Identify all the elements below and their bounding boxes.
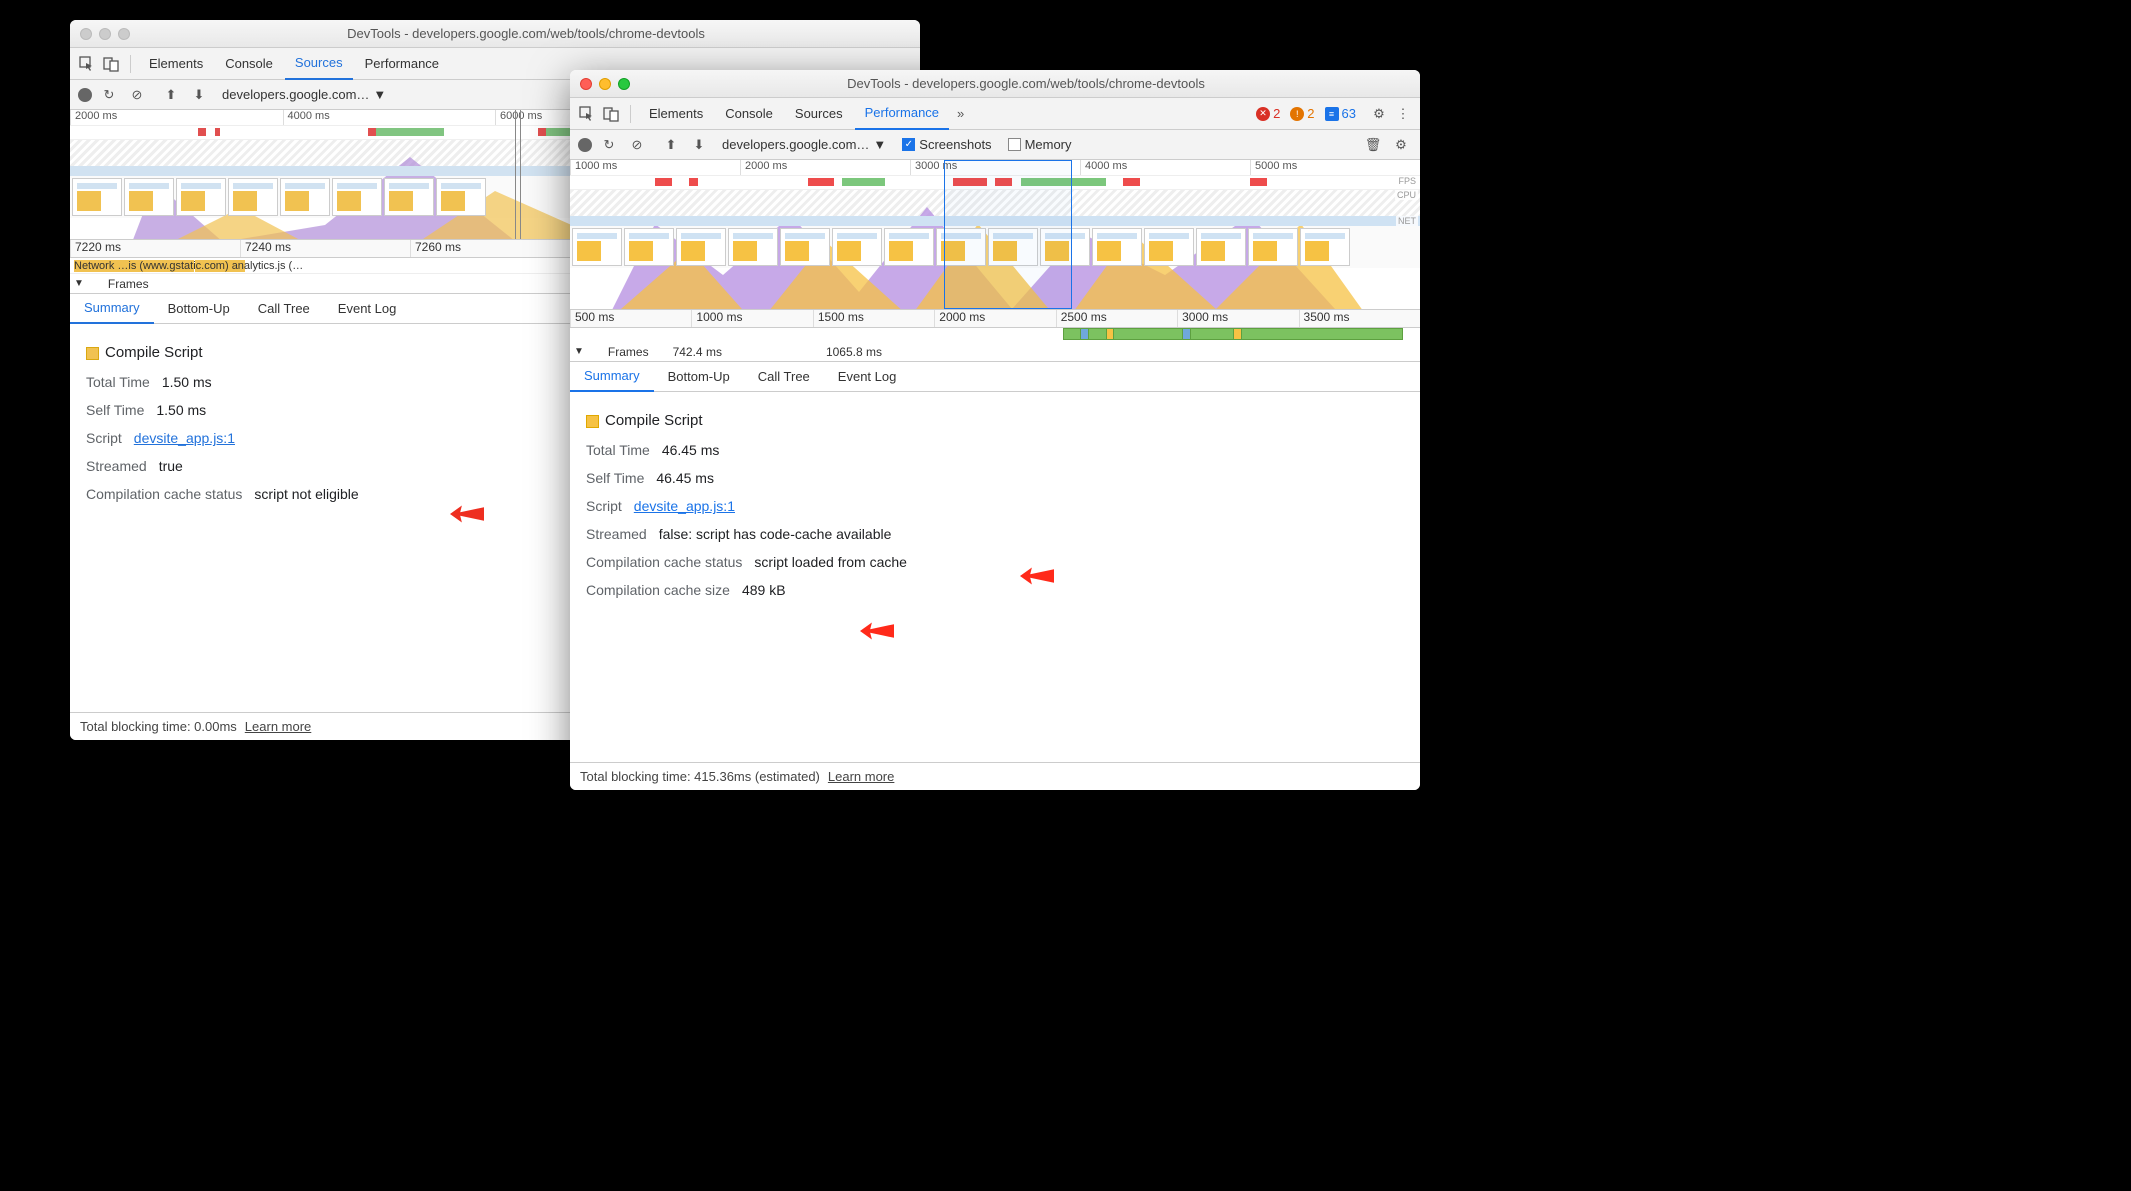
frame-time: 1065.8 ms	[826, 345, 882, 359]
frames-label: Frames	[608, 345, 649, 359]
minimize-icon[interactable]	[99, 28, 111, 40]
zoom-icon[interactable]	[118, 28, 130, 40]
window-title: DevTools - developers.google.com/web/too…	[642, 76, 1410, 91]
dtab-summary[interactable]: Summary	[70, 294, 154, 324]
inspect-icon[interactable]	[576, 103, 598, 125]
error-icon: ✕	[1256, 107, 1270, 121]
tab-console[interactable]: Console	[215, 48, 283, 80]
tab-console[interactable]: Console	[715, 98, 783, 130]
annotation-arrow-icon	[450, 502, 484, 526]
download-icon[interactable]: ⬇	[188, 84, 210, 106]
tab-elements[interactable]: Elements	[639, 98, 713, 130]
window-title: DevTools - developers.google.com/web/too…	[142, 26, 910, 41]
info-count[interactable]: ≡63	[1325, 106, 1356, 121]
frames-row[interactable]: ▼ Frames 742.4 ms 1065.8 ms	[570, 342, 1420, 362]
record-button[interactable]	[578, 138, 592, 152]
dtab-eventlog[interactable]: Event Log	[824, 362, 911, 392]
learn-more-link[interactable]: Learn more	[245, 719, 311, 734]
perf-subbar: ↻ ⊘ ⬆ ⬇ developers.google.com… ▼ ✓ Scree…	[570, 130, 1420, 160]
tab-performance[interactable]: Performance	[355, 48, 449, 80]
download-icon[interactable]: ⬇	[688, 134, 710, 156]
dtab-calltree[interactable]: Call Tree	[744, 362, 824, 392]
more-tabs-icon[interactable]: »	[951, 106, 970, 121]
device-icon[interactable]	[600, 103, 622, 125]
record-button[interactable]	[78, 88, 92, 102]
titlebar[interactable]: DevTools - developers.google.com/web/too…	[570, 70, 1420, 98]
tab-sources[interactable]: Sources	[285, 48, 353, 80]
detail-tabs: Summary Bottom-Up Call Tree Event Log	[570, 362, 1420, 392]
clear-icon[interactable]: ⊘	[126, 84, 148, 106]
tab-performance[interactable]: Performance	[855, 98, 949, 130]
info-icon: ≡	[1325, 107, 1339, 121]
memory-checkbox[interactable]: Memory	[1008, 137, 1072, 152]
footer: Total blocking time: 415.36ms (estimated…	[570, 762, 1420, 790]
row-cache-size: Compilation cache size489 kB	[586, 576, 1404, 604]
screenshots-checkbox[interactable]: ✓ Screenshots	[902, 137, 991, 152]
clear-icon[interactable]: ⊘	[626, 134, 648, 156]
dtab-bottomup[interactable]: Bottom-Up	[654, 362, 744, 392]
frames-label: Frames	[108, 277, 149, 291]
profile-dropdown[interactable]: developers.google.com… ▼	[222, 87, 386, 102]
warning-icon: !	[1290, 107, 1304, 121]
zoom-icon[interactable]	[618, 78, 630, 90]
blocking-time: Total blocking time: 415.36ms (estimated…	[580, 769, 820, 784]
devtools-toolbar: Elements Console Sources Performance » ✕…	[570, 98, 1420, 130]
kebab-icon[interactable]: ⋮	[1392, 103, 1414, 125]
tab-elements[interactable]: Elements	[139, 48, 213, 80]
learn-more-link[interactable]: Learn more	[828, 769, 894, 784]
row-script: Scriptdevsite_app.js:1	[586, 492, 1404, 520]
checkbox-icon	[1008, 138, 1021, 151]
devtools-window-front: DevTools - developers.google.com/web/too…	[570, 70, 1420, 790]
reload-icon[interactable]: ↻	[98, 84, 120, 106]
summary-panel: Compile Script Total Time46.45 ms Self T…	[570, 392, 1420, 762]
titlebar[interactable]: DevTools - developers.google.com/web/too…	[70, 20, 920, 48]
category-color-icon	[586, 415, 599, 428]
dtab-bottomup[interactable]: Bottom-Up	[154, 294, 244, 324]
script-link[interactable]: devsite_app.js:1	[134, 424, 235, 452]
upload-icon[interactable]: ⬆	[660, 134, 682, 156]
gear-icon[interactable]: ⚙	[1368, 103, 1390, 125]
inspect-icon[interactable]	[76, 53, 98, 75]
gear-icon[interactable]: ⚙	[1390, 134, 1412, 156]
main-flame-row[interactable]	[570, 328, 1420, 342]
close-icon[interactable]	[80, 28, 92, 40]
close-icon[interactable]	[580, 78, 592, 90]
row-self-time: Self Time46.45 ms	[586, 464, 1404, 492]
frame-time: 742.4 ms	[673, 345, 722, 359]
script-link[interactable]: devsite_app.js:1	[634, 492, 735, 520]
upload-icon[interactable]: ⬆	[160, 84, 182, 106]
checkbox-checked-icon: ✓	[902, 138, 915, 151]
blocking-time: Total blocking time: 0.00ms	[80, 719, 237, 734]
chevron-down-icon[interactable]: ▼	[574, 346, 584, 357]
row-total-time: Total Time46.45 ms	[586, 436, 1404, 464]
category-color-icon	[86, 347, 99, 360]
selection-region[interactable]	[944, 160, 1072, 309]
error-count[interactable]: ✕2	[1256, 106, 1280, 121]
annotation-arrow-icon	[860, 619, 894, 643]
traffic-lights[interactable]	[580, 78, 630, 90]
reload-icon[interactable]: ↻	[598, 134, 620, 156]
annotation-arrow-icon	[1020, 564, 1054, 588]
trash-icon[interactable]: 🗑	[1362, 134, 1384, 156]
profile-dropdown[interactable]: developers.google.com… ▼	[722, 137, 886, 152]
dtab-eventlog[interactable]: Event Log	[324, 294, 411, 324]
minimize-icon[interactable]	[599, 78, 611, 90]
flame-ruler: 500 ms1000 ms 1500 ms2000 ms 2500 ms3000…	[570, 310, 1420, 328]
row-streamed: Streamedfalse: script has code-cache ava…	[586, 520, 1404, 548]
warning-count[interactable]: !2	[1290, 106, 1314, 121]
timeline-overview[interactable]: 1000 ms2000 ms 3000 ms4000 ms 5000 ms FP…	[570, 160, 1420, 310]
dtab-calltree[interactable]: Call Tree	[244, 294, 324, 324]
row-cache-status: Compilation cache statusscript loaded fr…	[586, 548, 1404, 576]
chevron-down-icon[interactable]: ▼	[74, 278, 84, 289]
summary-title: Compile Script	[586, 406, 1404, 436]
traffic-lights[interactable]	[80, 28, 130, 40]
dtab-summary[interactable]: Summary	[570, 362, 654, 392]
tab-sources[interactable]: Sources	[785, 98, 853, 130]
device-icon[interactable]	[100, 53, 122, 75]
